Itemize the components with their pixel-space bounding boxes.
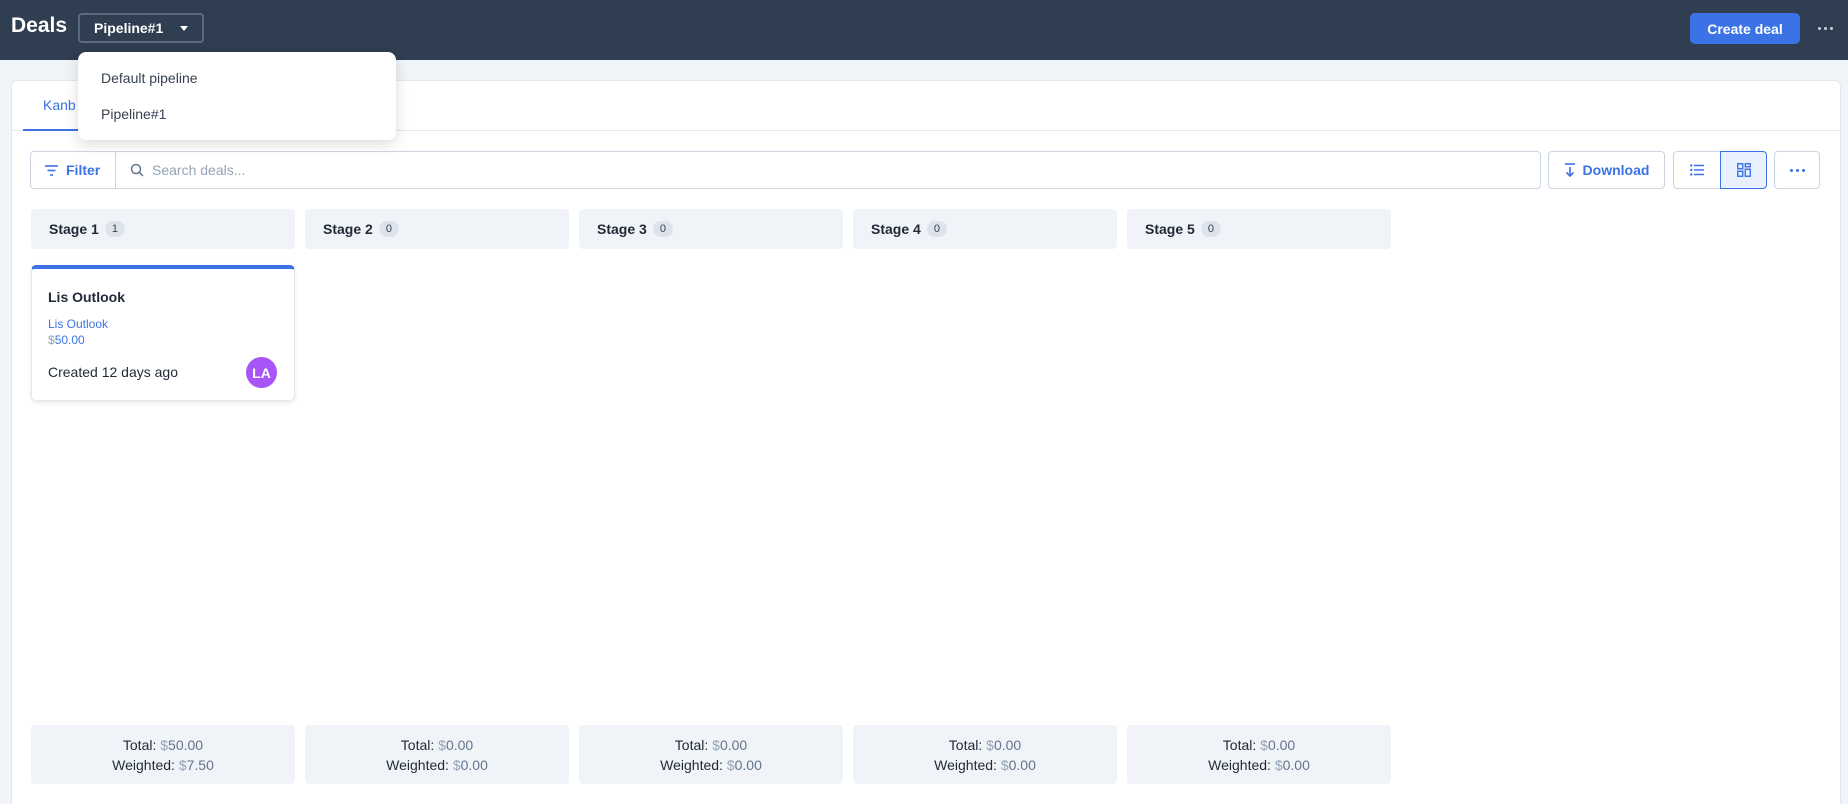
stage-total: Total: $0.00 <box>948 737 1022 753</box>
stage-total: Total: $0.00 <box>674 737 748 753</box>
more-dots-icon[interactable] <box>1814 14 1836 42</box>
pipeline-selector[interactable]: Pipeline#1 <box>78 13 204 43</box>
list-view-button[interactable] <box>1673 151 1721 189</box>
avatar[interactable]: LA <box>246 357 277 388</box>
stage-header: Stage 1 1 <box>31 209 295 249</box>
stage-weighted: Weighted: $0.00 <box>386 757 488 773</box>
search-input[interactable] <box>152 162 1532 178</box>
stage-total: Total: $0.00 <box>400 737 474 753</box>
stage-count-badge: 0 <box>378 221 399 237</box>
search-box <box>115 151 1541 189</box>
filter-label: Filter <box>66 162 101 178</box>
pipeline-dropdown-menu: Default pipeline Pipeline#1 <box>78 52 396 140</box>
stage-total: Total: $50.00 <box>122 737 204 753</box>
kanban-icon <box>1736 163 1751 177</box>
stage-name: Stage 1 <box>49 221 99 237</box>
caret-down-icon <box>180 26 188 31</box>
pipeline-option-pipeline1[interactable]: Pipeline#1 <box>78 96 396 132</box>
download-button[interactable]: Download <box>1548 151 1665 189</box>
stage-weighted: Weighted: $0.00 <box>660 757 762 773</box>
search-icon <box>130 163 144 177</box>
stage-header: Stage 2 0 <box>305 209 569 249</box>
deal-organization-link[interactable]: Lis Outlook <box>48 317 108 331</box>
deal-created: Created 12 days ago <box>48 364 178 380</box>
stage-name: Stage 5 <box>1145 221 1195 237</box>
toolbar-more-button[interactable] <box>1774 151 1820 189</box>
stage-total: Total: $0.00 <box>1222 737 1296 753</box>
stage-name: Stage 2 <box>323 221 373 237</box>
filter-icon <box>45 164 58 176</box>
download-label: Download <box>1582 162 1650 178</box>
stage-weighted: Weighted: $7.50 <box>112 757 214 773</box>
stage-count-badge: 1 <box>104 221 125 237</box>
stage-footer: Total: $0.00 Weighted: $0.00 <box>579 725 843 784</box>
stage-weighted: Weighted: $0.00 <box>1208 757 1310 773</box>
create-deal-button[interactable]: Create deal <box>1690 13 1800 44</box>
stage-count-badge: 0 <box>652 221 673 237</box>
stage-count-badge: 0 <box>1200 221 1221 237</box>
pipeline-option-default[interactable]: Default pipeline <box>78 60 396 96</box>
list-icon <box>1690 164 1704 176</box>
stage-name: Stage 3 <box>597 221 647 237</box>
stage-header: Stage 5 0 <box>1127 209 1391 249</box>
page-title: Deals <box>11 14 68 37</box>
stage-name: Stage 4 <box>871 221 921 237</box>
deal-amount: $50.00 <box>48 333 85 347</box>
kanban-view-button[interactable] <box>1720 151 1767 189</box>
stage-footer: Total: $0.00 Weighted: $0.00 <box>853 725 1117 784</box>
top-bar: Deals Pipeline#1 Create deal <box>0 0 1848 60</box>
stage-header: Stage 3 0 <box>579 209 843 249</box>
deal-card[interactable]: Lis Outlook Lis Outlook $50.00 Created 1… <box>31 265 295 401</box>
download-icon <box>1564 163 1575 177</box>
stage-header: Stage 4 0 <box>853 209 1117 249</box>
pipeline-selector-label: Pipeline#1 <box>94 20 164 36</box>
stage-footer: Total: $50.00 Weighted: $7.50 <box>31 725 295 784</box>
filter-button[interactable]: Filter <box>30 151 116 189</box>
stage-footer: Total: $0.00 Weighted: $0.00 <box>305 725 569 784</box>
stage-weighted: Weighted: $0.00 <box>934 757 1036 773</box>
deal-title: Lis Outlook <box>48 289 125 305</box>
stage-footer: Total: $0.00 Weighted: $0.00 <box>1127 725 1391 784</box>
stage-count-badge: 0 <box>926 221 947 237</box>
